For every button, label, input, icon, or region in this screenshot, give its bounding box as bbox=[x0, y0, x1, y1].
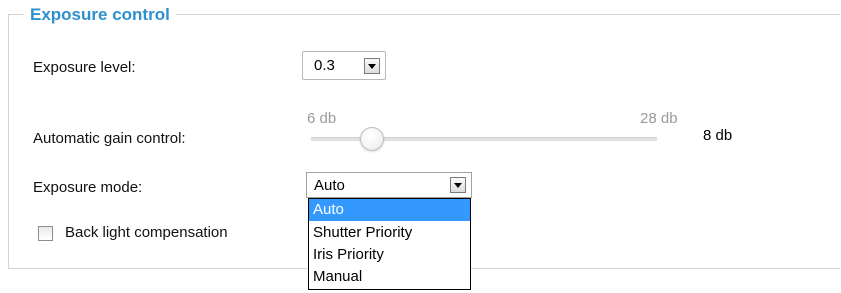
backlight-compensation-label: Back light compensation bbox=[65, 224, 228, 241]
gain-max-label: 28 db bbox=[640, 110, 678, 127]
chevron-down-icon[interactable] bbox=[364, 58, 380, 74]
exposure-mode-dropdown-list: Auto Shutter Priority Iris Priority Manu… bbox=[308, 198, 471, 290]
chevron-down-icon[interactable] bbox=[450, 177, 466, 193]
gain-slider-handle[interactable] bbox=[360, 127, 384, 151]
exposure-level-label: Exposure level: bbox=[33, 59, 136, 76]
exposure-mode-option-manual[interactable]: Manual bbox=[309, 266, 470, 288]
exposure-control-legend: Exposure control bbox=[24, 4, 176, 26]
exposure-mode-option-shutter-priority[interactable]: Shutter Priority bbox=[309, 222, 470, 244]
gain-min-label: 6 db bbox=[307, 110, 337, 127]
exposure-mode-value: Auto bbox=[314, 177, 345, 194]
exposure-mode-select[interactable]: Auto bbox=[306, 172, 472, 198]
gain-value: 8 db bbox=[703, 127, 733, 144]
exposure-level-value: 0.3 bbox=[314, 57, 335, 74]
backlight-compensation-checkbox[interactable] bbox=[38, 226, 53, 241]
exposure-mode-option-iris-priority[interactable]: Iris Priority bbox=[309, 244, 470, 266]
exposure-mode-label: Exposure mode: bbox=[33, 179, 143, 196]
exposure-level-select[interactable]: 0.3 bbox=[302, 51, 386, 80]
automatic-gain-control-label: Automatic gain control: bbox=[33, 130, 186, 147]
exposure-mode-option-auto[interactable]: Auto bbox=[309, 199, 470, 221]
